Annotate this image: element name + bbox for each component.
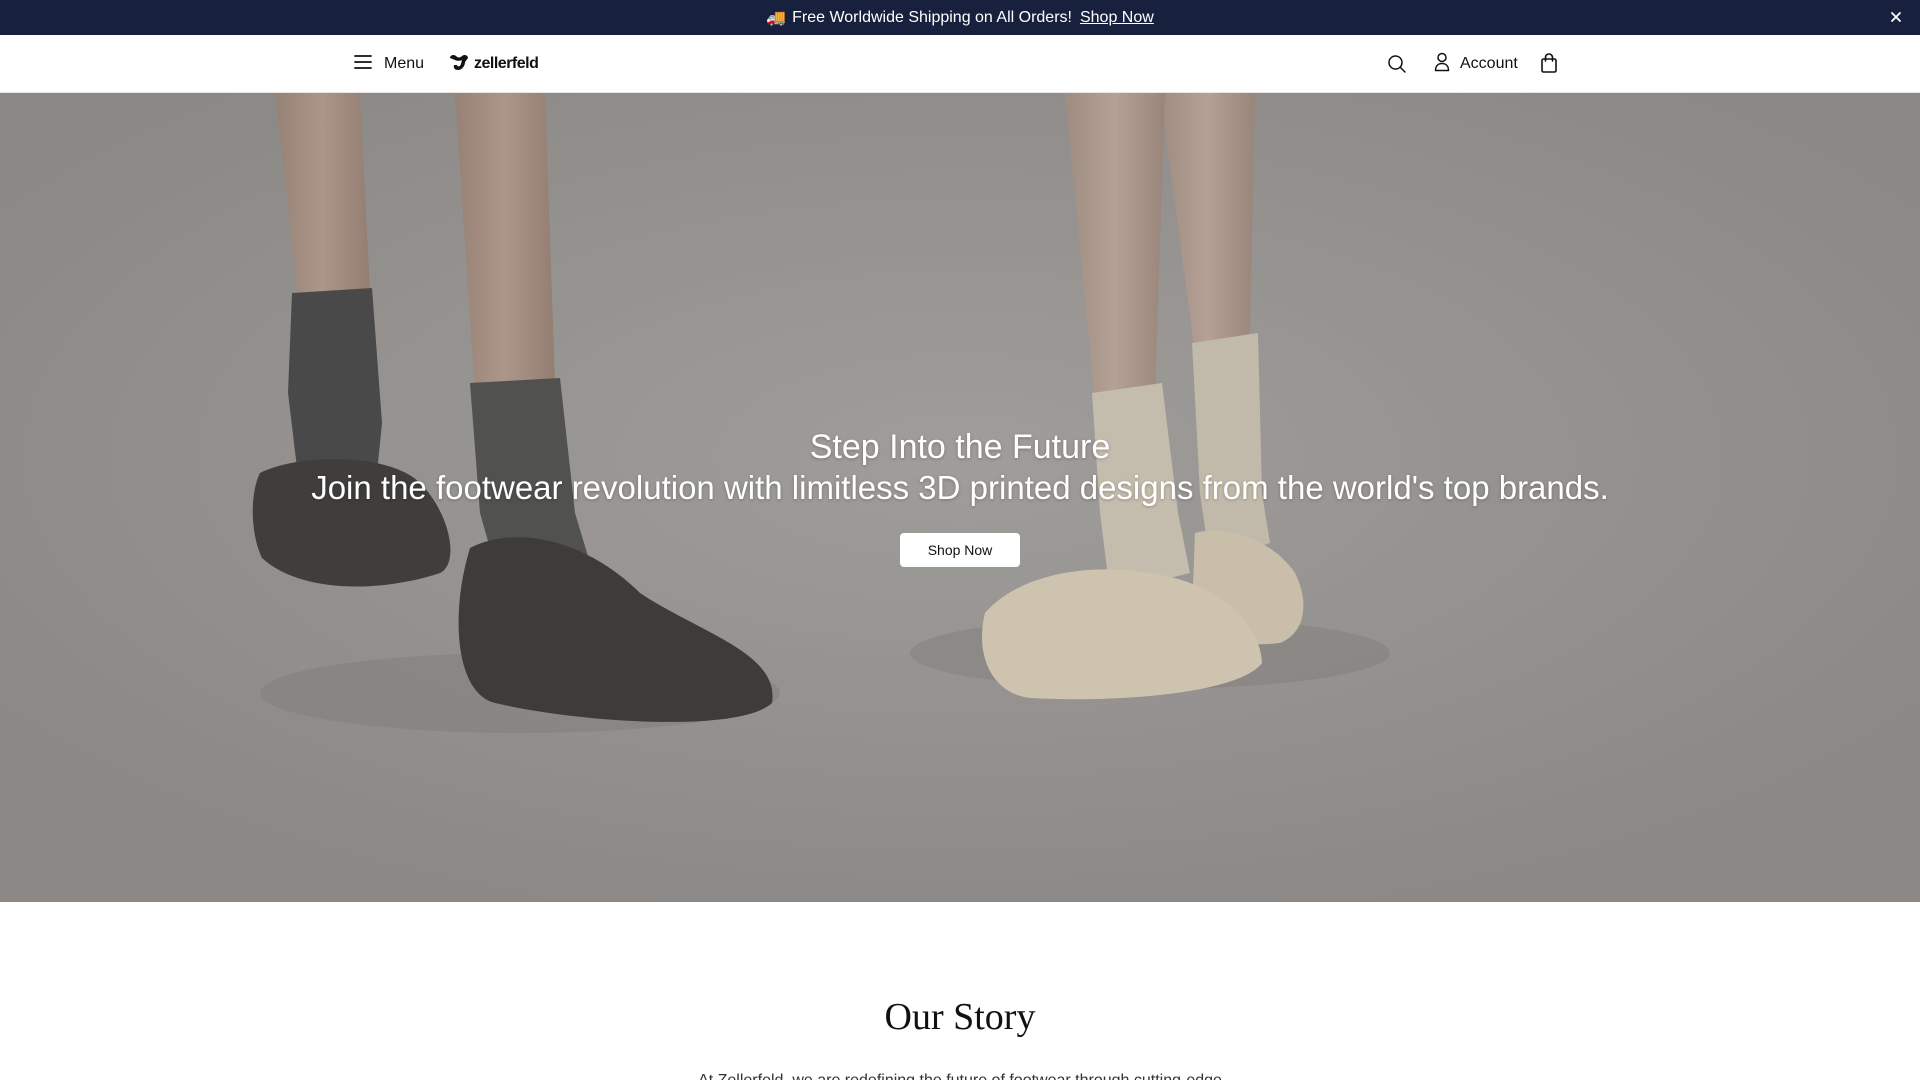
logo-link[interactable]: zellerfeld — [448, 52, 539, 77]
shopping-bag-icon[interactable] — [1538, 52, 1560, 74]
site-header: Menu zellerfeld Account — [0, 35, 1920, 93]
close-icon[interactable] — [1888, 9, 1904, 25]
announcement-text: Free Worldwide Shipping on All Orders! — [792, 8, 1072, 26]
announcement-bar: 🚚 Free Worldwide Shipping on All Orders!… — [0, 0, 1920, 35]
menu-button[interactable]: Menu — [354, 52, 424, 76]
search-icon[interactable] — [1386, 53, 1408, 75]
logo-text: zellerfeld — [474, 55, 539, 72]
announcement-shop-now-link[interactable]: Shop Now — [1080, 9, 1154, 27]
logo-mark-icon — [448, 52, 470, 77]
account-button[interactable]: Account — [1434, 52, 1518, 77]
story-body: At Zellerfeld, we are redefining the fut… — [0, 1072, 1920, 1080]
hero-title: Step Into the Future — [809, 428, 1111, 466]
hero-shop-now-button[interactable]: Shop Now — [900, 533, 1020, 567]
user-icon — [1434, 52, 1450, 77]
truck-icon: 🚚 — [766, 9, 787, 27]
hero-banner: Step Into the Future Join the footwear r… — [0, 93, 1920, 902]
hero-subtitle: Join the footwear revolution with limitl… — [311, 469, 1609, 506]
account-label: Account — [1460, 55, 1518, 72]
menu-label: Menu — [384, 55, 425, 72]
hamburger-icon — [354, 54, 372, 75]
story-title: Our Story — [884, 996, 1036, 1038]
